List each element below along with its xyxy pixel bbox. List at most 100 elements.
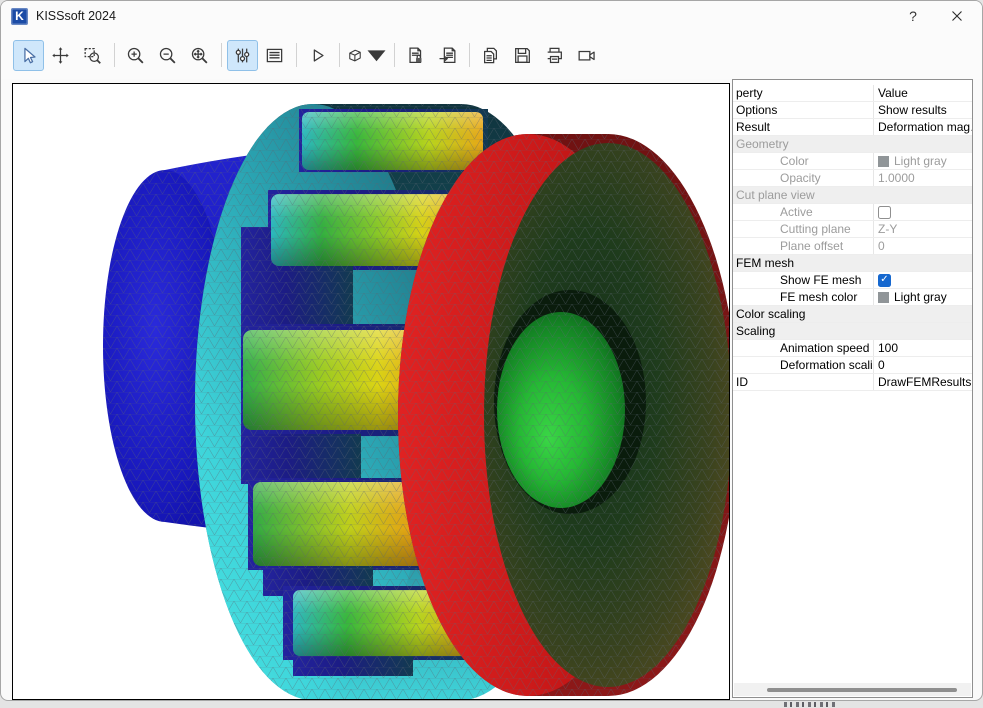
toolbar-button-zoom-out[interactable] xyxy=(152,40,183,71)
property-value: 100 xyxy=(878,341,898,355)
zoom-out-icon xyxy=(157,45,178,66)
property-value-cell[interactable]: 0 xyxy=(873,238,972,254)
property-value-cell[interactable]: Z-Y xyxy=(873,221,972,237)
property-row-animation-speed[interactable]: Animation speed (%) 100 xyxy=(733,340,972,357)
property-value: Show results xyxy=(878,103,947,117)
toolbar-button-pan-move[interactable] xyxy=(45,40,76,71)
toolbar-separator xyxy=(339,43,340,67)
fem-result-scene xyxy=(13,84,729,699)
close-icon xyxy=(951,10,963,22)
display-settings-icon xyxy=(232,45,253,66)
property-label: Color xyxy=(780,154,809,168)
help-button[interactable]: ? xyxy=(896,1,930,31)
toolbar-button-view-cube[interactable] xyxy=(345,40,388,71)
property-value: Light gray xyxy=(894,290,947,304)
property-value: Z-Y xyxy=(878,222,897,236)
value-column-header: Value xyxy=(873,85,972,101)
play-animation-icon xyxy=(307,45,328,66)
toolbar-button-document-export[interactable] xyxy=(432,40,463,71)
toolbar-button-print[interactable] xyxy=(539,40,570,71)
dropdown-caret-icon[interactable] xyxy=(366,45,387,66)
property-label: FE mesh color xyxy=(780,290,857,304)
property-row-plane-offset[interactable]: Plane offset 0 xyxy=(733,238,972,255)
property-value: 0 xyxy=(878,358,885,372)
property-label: Animation speed (%) xyxy=(780,341,873,355)
property-row-deformation-scaling[interactable]: Deformation scaling0 xyxy=(733,357,972,374)
toolbar-button-zoom-window[interactable] xyxy=(77,40,108,71)
property-row-options[interactable]: OptionsShow results xyxy=(733,102,972,119)
property-value-cell[interactable]: Deformation mag… xyxy=(873,119,972,135)
property-value-cell[interactable]: Show results xyxy=(873,102,972,118)
property-value-cell[interactable]: 100 xyxy=(873,340,972,356)
property-row-fe-mesh-color[interactable]: FE mesh color Light gray xyxy=(733,289,972,306)
property-row-id[interactable]: ID DrawFEMResults xyxy=(733,374,972,391)
property-label: FEM mesh xyxy=(736,256,794,270)
kisssoft-logo-icon: K xyxy=(11,8,28,25)
property-value-cell[interactable]: ✓ xyxy=(873,272,972,288)
toolbar-button-display-settings[interactable] xyxy=(227,40,258,71)
property-value-cell[interactable] xyxy=(873,204,972,220)
horizontal-scrollbar[interactable] xyxy=(734,683,971,696)
toolbar-button-copy[interactable] xyxy=(475,40,506,71)
toolbar-separator xyxy=(221,43,222,67)
toolbar-button-report-view[interactable] xyxy=(259,40,290,71)
property-value: 0 xyxy=(878,239,885,253)
property-label: Cutting plane xyxy=(780,222,851,236)
toolbar-button-play-animation[interactable] xyxy=(302,40,333,71)
property-row-active[interactable]: Active xyxy=(733,204,972,221)
property-row-cutting-plane[interactable]: Cutting plane Z-Y xyxy=(733,221,972,238)
property-value-cell[interactable]: DrawFEMResults xyxy=(873,374,972,390)
toolbar-button-zoom-fit[interactable] xyxy=(184,40,215,71)
view-cube-icon xyxy=(346,45,364,66)
property-row-show-fe-mesh[interactable]: Show FE mesh ✓ xyxy=(733,272,972,289)
toolbar-button-save[interactable] xyxy=(507,40,538,71)
property-label: ID xyxy=(736,375,748,389)
background-window-text-sliver xyxy=(784,702,836,707)
color-swatch[interactable] xyxy=(878,292,889,303)
title-bar[interactable]: K KISSsoft 2024 ? xyxy=(1,1,982,31)
property-label: Plane offset xyxy=(780,239,843,253)
3d-viewport[interactable] xyxy=(12,83,730,700)
select-cursor-icon xyxy=(18,45,39,66)
property-row-color[interactable]: Color Light gray xyxy=(733,153,972,170)
scrollbar-thumb[interactable] xyxy=(767,688,957,692)
property-value-cell[interactable]: Light gray xyxy=(873,289,972,305)
toolbar-button-select-cursor[interactable] xyxy=(13,40,44,71)
property-label: Opacity xyxy=(780,171,821,185)
property-label: Scaling xyxy=(736,324,775,338)
zoom-fit-icon xyxy=(189,45,210,66)
property-label: Show FE mesh xyxy=(780,273,861,287)
property-row-scaling[interactable]: Scaling xyxy=(733,323,972,340)
toolbar-button-document-lock[interactable] xyxy=(400,40,431,71)
close-button[interactable] xyxy=(940,1,974,31)
property-label: Geometry xyxy=(736,137,789,151)
property-value-cell[interactable]: Light gray xyxy=(873,153,972,169)
property-value-cell[interactable]: 0 xyxy=(873,357,972,373)
toolbar-separator xyxy=(114,43,115,67)
toolbar-separator xyxy=(296,43,297,67)
checkbox-unchecked[interactable] xyxy=(878,206,891,219)
properties-panel: perty Value OptionsShow resultsResultDef… xyxy=(732,79,973,698)
property-value: Light gray xyxy=(894,154,947,168)
property-column-header: perty xyxy=(733,85,873,101)
property-row-opacity[interactable]: Opacity 1.0000 xyxy=(733,170,972,187)
property-label: Color scaling xyxy=(736,307,805,321)
record-video-icon xyxy=(576,45,597,66)
toolbar-button-record-video[interactable] xyxy=(571,40,602,71)
save-icon xyxy=(512,45,533,66)
color-swatch[interactable] xyxy=(878,156,889,167)
property-row-color-scaling[interactable]: Color scaling xyxy=(733,306,972,323)
property-row-fem-mesh[interactable]: FEM mesh xyxy=(733,255,972,272)
copy-icon xyxy=(480,45,501,66)
checkbox-checked[interactable]: ✓ xyxy=(878,274,891,287)
zoom-in-icon xyxy=(125,45,146,66)
property-row-cut-plane-view[interactable]: Cut plane view xyxy=(733,187,972,204)
property-label: Active xyxy=(780,205,813,219)
app-window: K KISSsoft 2024 ? xyxy=(0,0,983,701)
properties-header[interactable]: perty Value xyxy=(733,85,972,102)
property-row-geometry[interactable]: Geometry xyxy=(733,136,972,153)
property-row-result[interactable]: ResultDeformation mag… xyxy=(733,119,972,136)
property-value-cell[interactable]: 1.0000 xyxy=(873,170,972,186)
toolbar-separator xyxy=(469,43,470,67)
toolbar-button-zoom-in[interactable] xyxy=(120,40,151,71)
